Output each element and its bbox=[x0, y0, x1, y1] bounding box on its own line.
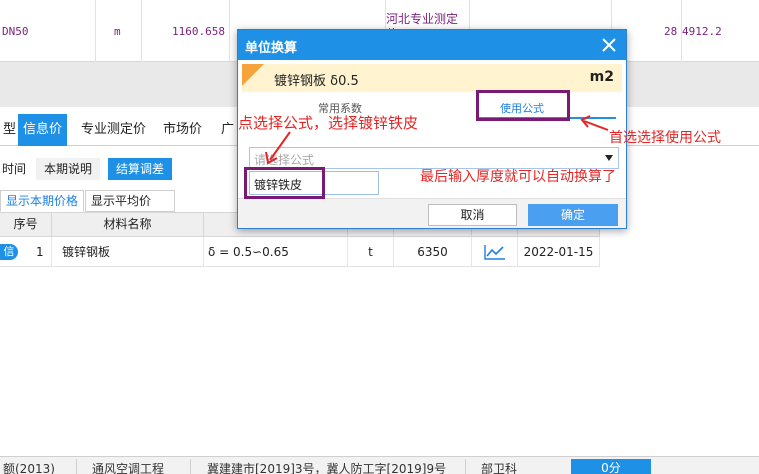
row-spec: δ = 0.5∽0.65 bbox=[204, 237, 348, 267]
app-window: DN50 m 1160.658 河北专业测定 价 28 4912.2 型 信息价… bbox=[0, 0, 759, 474]
header-index[interactable]: 序号 bbox=[0, 213, 52, 236]
status-document: 冀建建市[2019]3号，冀人防工字[2019]9号 bbox=[207, 462, 447, 474]
material-unit: m2 bbox=[589, 69, 614, 85]
status-unit: 部卫科 bbox=[481, 462, 518, 474]
status-bar: 额(2013) 通风空调工程 冀建建市[2019]3号，冀人防工字[2019]9… bbox=[0, 456, 759, 474]
corner-tag-icon bbox=[242, 64, 264, 86]
status-score-button[interactable]: 0分 bbox=[571, 459, 651, 474]
period-note-button[interactable]: 本期说明 bbox=[36, 158, 101, 180]
row-unit: t bbox=[348, 237, 394, 267]
row-index: 1 bbox=[0, 237, 52, 267]
status-project: 通风空调工程 bbox=[92, 462, 165, 474]
chevron-down-icon[interactable] bbox=[605, 155, 613, 161]
table-row[interactable]: 信 1 镀锌钢板 δ = 0.5∽0.65 t 6350 2022-01-15 bbox=[0, 237, 600, 267]
row-price: 1160.658 bbox=[172, 25, 225, 38]
tab-market-price[interactable]: 市场价 bbox=[160, 114, 205, 146]
tab-professional-price[interactable]: 专业测定价 bbox=[78, 114, 149, 146]
status-separator bbox=[76, 459, 77, 474]
annotation-step2: 点选择公式，选择镀锌铁皮 bbox=[238, 114, 419, 132]
confirm-button[interactable]: 确定 bbox=[528, 204, 618, 226]
cancel-button[interactable]: 取消 bbox=[428, 204, 517, 226]
row-value-partial: 28 bbox=[664, 25, 678, 38]
row-date: 2022-01-15 bbox=[518, 237, 600, 267]
annotation-step1: 首选选择使用公式 bbox=[609, 130, 721, 146]
formula-select-placeholder: 请选择公式 bbox=[254, 153, 315, 167]
row-unit: m bbox=[114, 25, 121, 38]
status-quota: 额(2013) bbox=[3, 462, 55, 474]
time-chip[interactable]: 时间 bbox=[0, 158, 29, 180]
tab-info-price[interactable]: 信息价 bbox=[18, 114, 68, 146]
tab-more[interactable]: 广 bbox=[218, 114, 237, 146]
dialog-title: 单位换算 bbox=[245, 41, 298, 56]
row-spec: DN50 bbox=[2, 25, 29, 38]
header-name[interactable]: 材料名称 bbox=[52, 213, 204, 236]
highlight-formula-option bbox=[244, 167, 325, 199]
material-name: 镀锌钢板 δ0.5 bbox=[274, 74, 359, 89]
annotation-step3: 最后输入厚度就可以自动换算了 bbox=[420, 169, 616, 185]
dialog-titlebar[interactable]: 单位换算 bbox=[238, 30, 626, 60]
status-separator bbox=[465, 459, 466, 474]
tab-average-price[interactable]: 显示平均价 bbox=[85, 190, 175, 212]
highlight-use-formula bbox=[476, 90, 570, 121]
close-icon[interactable] bbox=[600, 36, 618, 54]
row-price: 6350 bbox=[394, 237, 472, 267]
tab-current-price[interactable]: 显示本期价格 bbox=[0, 190, 85, 212]
dialog-footer: 取消 确定 bbox=[238, 198, 626, 228]
row-value: 4912.2 bbox=[682, 25, 722, 38]
trend-chart-icon[interactable] bbox=[484, 244, 506, 260]
row-material-name: 镀锌钢板 bbox=[52, 237, 204, 267]
status-separator bbox=[190, 459, 191, 474]
tab-type[interactable]: 型 bbox=[0, 114, 19, 146]
material-bar: 镀锌钢板 δ0.5 m2 bbox=[242, 64, 622, 92]
row-source-text: 河北专业测定 bbox=[386, 12, 459, 26]
settle-button[interactable]: 结算调差 bbox=[108, 158, 173, 180]
